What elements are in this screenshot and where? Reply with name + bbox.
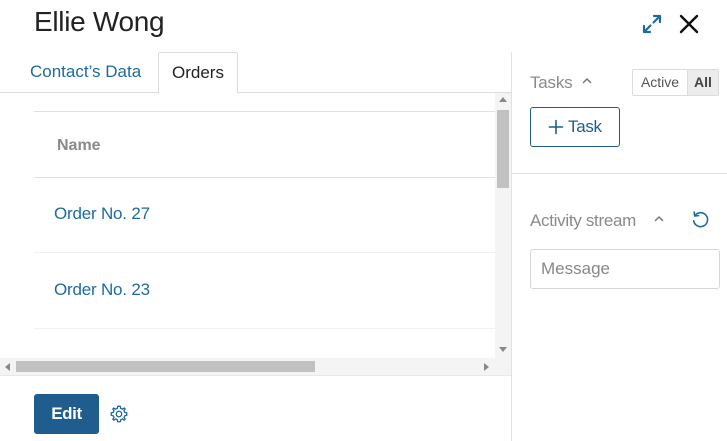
scroll-right-arrow-icon[interactable] <box>484 363 489 371</box>
table-divider <box>34 111 495 112</box>
gear-icon <box>110 405 128 423</box>
close-icon <box>679 14 699 34</box>
right-panel-divider <box>512 173 727 174</box>
scrollbar-corner <box>495 358 511 375</box>
order-link[interactable]: Order No. 23 <box>54 280 150 300</box>
activity-stream-heading[interactable]: Activity stream <box>530 211 636 231</box>
vertical-scrollbar[interactable] <box>495 93 511 358</box>
plus-icon <box>548 119 564 135</box>
vertical-scroll-thumb[interactable] <box>497 110 509 188</box>
column-header-name[interactable]: Name <box>57 137 101 155</box>
refresh-icon <box>692 211 709 228</box>
card-title: Ellie Wong <box>34 6 165 37</box>
close-button[interactable] <box>677 12 701 36</box>
chevron-up-icon <box>654 216 664 222</box>
add-task-button[interactable]: Task <box>530 107 620 147</box>
chevron-up-icon <box>582 78 592 84</box>
scroll-left-arrow-icon[interactable] <box>5 363 10 371</box>
horizontal-scroll-thumb[interactable] <box>16 361 315 372</box>
message-input[interactable] <box>530 249 720 289</box>
add-task-label: Task <box>568 117 602 136</box>
scroll-down-arrow-icon[interactable] <box>499 347 507 352</box>
scroll-up-arrow-icon[interactable] <box>499 97 507 102</box>
footer-divider <box>0 375 511 376</box>
filter-active-button[interactable]: Active <box>633 70 687 95</box>
expand-button[interactable] <box>640 12 664 36</box>
order-link[interactable]: Order No. 27 <box>54 204 150 224</box>
refresh-button[interactable] <box>690 209 711 230</box>
orders-table: Name Order No. 27 Order No. 23 <box>0 93 511 375</box>
tab-bar: Contact’s Data Orders <box>0 52 511 94</box>
table-row[interactable]: Order No. 23 <box>34 254 495 329</box>
tasks-heading[interactable]: Tasks <box>530 73 573 93</box>
tasks-collapse-button[interactable] <box>580 74 594 88</box>
edit-button[interactable]: Edit <box>34 394 99 434</box>
table-row[interactable]: Order No. 27 <box>34 178 495 253</box>
tab-contacts-data[interactable]: Contact’s Data <box>30 52 141 93</box>
activity-collapse-button[interactable] <box>652 212 666 226</box>
expand-arrows-icon <box>642 14 662 34</box>
tasks-filter: Active All <box>632 69 719 96</box>
horizontal-scrollbar[interactable] <box>0 358 495 375</box>
panel-divider <box>511 52 512 441</box>
settings-button[interactable] <box>109 404 129 424</box>
tab-orders[interactable]: Orders <box>158 52 238 94</box>
filter-all-button[interactable]: All <box>687 70 718 95</box>
